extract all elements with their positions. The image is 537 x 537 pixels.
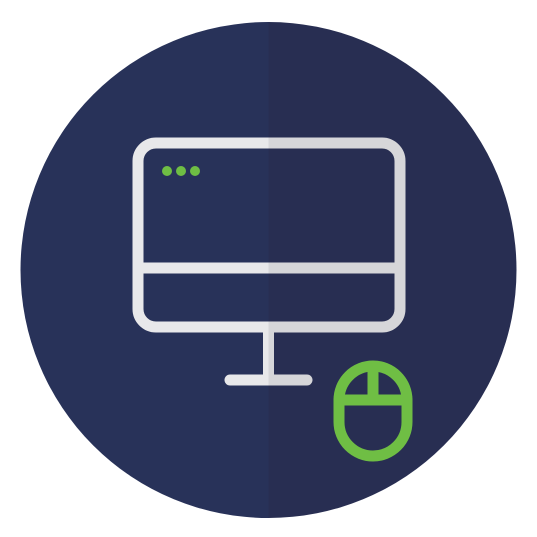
window-dot <box>162 166 172 176</box>
window-dot <box>190 166 200 176</box>
window-dots-icon <box>162 166 200 176</box>
window-dot <box>176 166 186 176</box>
computer-mouse-illustration <box>20 22 517 518</box>
computer-mouse-icon-graphic <box>0 0 537 537</box>
